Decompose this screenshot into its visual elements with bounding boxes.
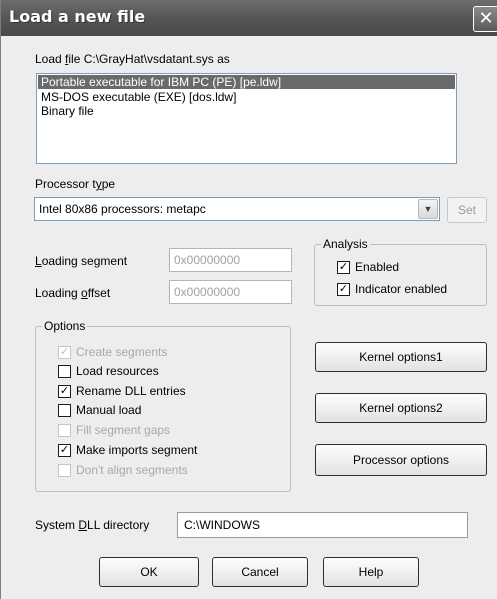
check-icon: ✓	[58, 444, 71, 457]
loading-offset-label: Loading offset	[35, 286, 111, 300]
manual-load-checkbox[interactable]: Manual load	[58, 403, 141, 419]
analysis-group-title: Analysis	[321, 237, 370, 251]
list-item-binary[interactable]: Binary file	[37, 104, 456, 118]
list-item-dos[interactable]: MS-DOS executable (EXE) [dos.ldw]	[37, 90, 456, 104]
processor-type-label: Processor type	[35, 177, 116, 191]
processor-type-value: Intel 80x86 processors: metapc	[39, 202, 206, 216]
kernel-options1-button[interactable]: Kernel options1	[315, 342, 487, 372]
processor-options-button[interactable]: Processor options	[315, 444, 487, 476]
cancel-button[interactable]: Cancel	[212, 557, 308, 587]
check-icon: ✓	[337, 261, 350, 274]
loading-segment-label: Loading segment	[35, 254, 128, 268]
system-dll-label: System DLL directory	[35, 518, 150, 532]
make-imports-segment-checkbox[interactable]: ✓ Make imports segment	[58, 443, 197, 459]
check-icon: ✓	[58, 385, 71, 398]
dont-align-segments-checkbox[interactable]: Don't align segments	[58, 463, 188, 479]
title-bar[interactable]: Load a new file ✕	[1, 0, 497, 36]
load-file-dialog: Load a new file ✕ Load file C:\GrayHat\v…	[0, 0, 497, 599]
system-dll-input[interactable]: C:\WINDOWS	[177, 512, 468, 538]
check-icon: ✓	[337, 283, 350, 296]
loading-segment-input[interactable]: 0x00000000	[169, 248, 292, 272]
help-button[interactable]: Help	[323, 557, 419, 587]
list-item-pe[interactable]: Portable executable for IBM PC (PE) [pe.…	[38, 75, 455, 89]
file-type-list[interactable]: Portable executable for IBM PC (PE) [pe.…	[36, 73, 457, 164]
load-file-label: Load file C:\GrayHat\vsdatant.sys as	[35, 52, 230, 66]
rename-dll-entries-checkbox[interactable]: ✓ Rename DLL entries	[58, 384, 186, 400]
check-icon: ✓	[58, 346, 71, 359]
create-segments-checkbox[interactable]: ✓ Create segments	[58, 345, 167, 361]
close-icon: ✕	[478, 8, 494, 28]
options-group: Options ✓ Create segments Load resources…	[35, 319, 291, 492]
loading-offset-input[interactable]: 0x00000000	[169, 280, 292, 304]
fill-segment-gaps-checkbox[interactable]: Fill segment gaps	[58, 423, 170, 439]
analysis-enabled-checkbox[interactable]: ✓ Enabled	[337, 260, 399, 276]
load-resources-checkbox[interactable]: Load resources	[58, 364, 159, 380]
indicator-enabled-checkbox[interactable]: ✓ Indicator enabled	[337, 282, 447, 298]
options-group-title: Options	[42, 319, 88, 333]
kernel-options2-button[interactable]: Kernel options2	[315, 393, 487, 423]
processor-type-select[interactable]: Intel 80x86 processors: metapc ▼	[34, 197, 440, 221]
analysis-group: Analysis ✓ Enabled ✓ Indicator enabled	[314, 237, 487, 306]
set-button[interactable]: Set	[447, 197, 487, 223]
dialog-title: Load a new file	[9, 7, 146, 26]
ok-button[interactable]: OK	[99, 557, 199, 587]
close-button[interactable]: ✕	[473, 6, 497, 32]
chevron-down-icon[interactable]: ▼	[418, 199, 438, 219]
